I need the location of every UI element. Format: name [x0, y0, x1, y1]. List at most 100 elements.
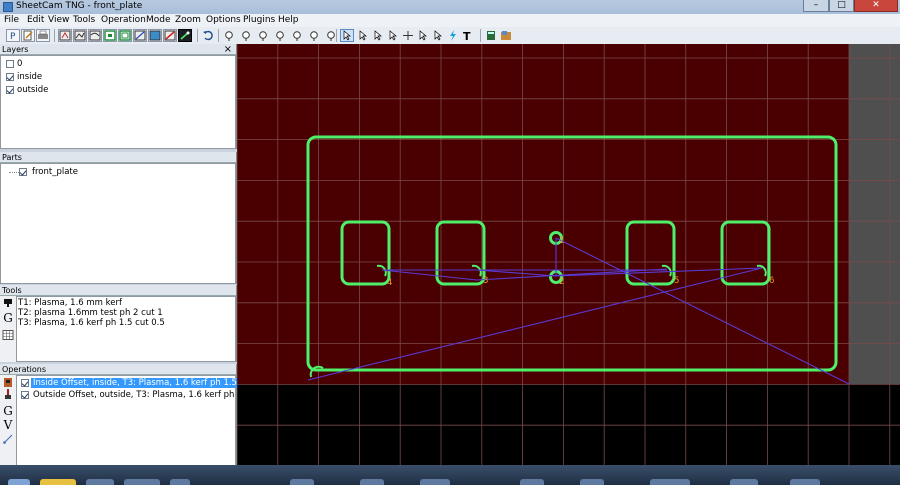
- torch-icon[interactable]: [2, 298, 14, 312]
- minimize-button[interactable]: –: [803, 0, 829, 12]
- menu-plugins[interactable]: Plugins: [243, 15, 275, 25]
- path-label: 1: [559, 236, 564, 246]
- taskbar-app-button[interactable]: [790, 479, 820, 485]
- move-part-icon[interactable]: [371, 29, 385, 42]
- text-tool-label: T: [463, 30, 471, 41]
- show-direction-icon[interactable]: [133, 29, 147, 42]
- zoom-previous-icon[interactable]: [307, 29, 321, 42]
- g-code-icon[interactable]: G: [2, 312, 14, 324]
- parts-header: Parts: [0, 152, 236, 163]
- print-icon[interactable]: [36, 29, 50, 42]
- zoom-in-icon[interactable]: [222, 29, 236, 42]
- menu-tools[interactable]: Tools: [73, 15, 95, 25]
- window-title: SheetCam TNG - front_plate: [16, 1, 143, 11]
- drill-icon[interactable]: [2, 433, 14, 449]
- menu-bar: File Edit View Tools Operation Mode Zoom…: [0, 14, 900, 27]
- menu-help[interactable]: Help: [278, 15, 299, 25]
- zoom-out-icon[interactable]: [239, 29, 253, 42]
- title-bar: SheetCam TNG - front_plate – □ ✕: [0, 0, 900, 14]
- menu-options[interactable]: Options: [206, 15, 241, 25]
- post-process-button[interactable]: P: [6, 29, 20, 42]
- show-kerf-icon[interactable]: [118, 29, 132, 42]
- menu-zoom[interactable]: Zoom: [175, 15, 201, 25]
- taskbar-app-button[interactable]: [730, 479, 758, 485]
- g-code-icon[interactable]: G: [2, 405, 14, 417]
- menu-edit[interactable]: Edit: [27, 15, 44, 25]
- operations-list: Inside Offset, inside, T3: Plasma, 1.6 k…: [16, 375, 283, 467]
- measure-icon[interactable]: [431, 29, 445, 42]
- path-label: 5: [674, 276, 679, 286]
- tools-side-toolbar: G: [0, 296, 16, 362]
- operation-inside-label[interactable]: Inside Offset, inside, T3: Plasma, 1.6 k…: [31, 378, 272, 388]
- layer-outside-label[interactable]: outside: [17, 85, 48, 95]
- select-arrow-icon[interactable]: [340, 29, 354, 42]
- layer-inside-checkbox[interactable]: [6, 73, 14, 81]
- part-front-plate-checkbox[interactable]: [19, 168, 27, 176]
- layer-0-checkbox[interactable]: [6, 60, 14, 68]
- maximize-button[interactable]: □: [829, 0, 854, 12]
- layer-outside-checkbox[interactable]: [6, 86, 14, 94]
- tools-list: T1: Plasma, 1.6 mm kerf T2: plasma 1.6mm…: [16, 296, 236, 362]
- start-point-icon[interactable]: [356, 29, 370, 42]
- show-rapids-icon[interactable]: [73, 29, 87, 42]
- path-label: 2: [559, 277, 564, 287]
- taskbar-app-button[interactable]: [40, 479, 76, 485]
- layer-inside-label[interactable]: inside: [17, 72, 42, 82]
- v-carve-icon[interactable]: V: [2, 419, 14, 431]
- parts-panel: Parts front_plate: [0, 152, 237, 284]
- taskbar-app-button[interactable]: [520, 479, 544, 485]
- tools-panel: Tools G T1: Plasma, 1.6 mm kerf T2: plas…: [0, 285, 237, 362]
- layers-close-icon[interactable]: ×: [224, 44, 232, 55]
- part-front-plate-label[interactable]: front_plate: [32, 167, 78, 177]
- taskbar-app-button[interactable]: [290, 479, 314, 485]
- parts-list: front_plate: [0, 163, 236, 284]
- app-icon: [3, 2, 13, 12]
- operation-inside-checkbox[interactable]: [21, 379, 29, 387]
- undo-icon[interactable]: [201, 29, 215, 42]
- text-tool-button[interactable]: T: [461, 29, 477, 42]
- lightning-icon[interactable]: [446, 29, 460, 42]
- taskbar-app-button[interactable]: [580, 479, 604, 485]
- move-origin-icon[interactable]: [401, 29, 415, 42]
- show-paths-icon[interactable]: [58, 29, 72, 42]
- taskbar-app-button[interactable]: [170, 479, 190, 485]
- taskbar-app-button[interactable]: [124, 479, 160, 485]
- layer-0-label[interactable]: 0: [17, 59, 22, 69]
- calculator-icon[interactable]: [484, 29, 498, 42]
- zoom-part-icon[interactable]: [273, 29, 287, 42]
- nest-parts-icon[interactable]: [499, 29, 513, 42]
- tool-item[interactable]: T2: plasma 1.6mm test ph 2 cut 1: [18, 308, 163, 318]
- zoom-window-icon[interactable]: [290, 29, 304, 42]
- grid-icon[interactable]: [2, 330, 14, 344]
- taskbar-app-button[interactable]: [420, 479, 450, 485]
- toolbar: P T: [0, 27, 900, 45]
- taskbar-app-button[interactable]: [360, 479, 384, 485]
- tab-tool-icon[interactable]: [416, 29, 430, 42]
- tool-item[interactable]: T1: Plasma, 1.6 mm kerf: [18, 298, 122, 308]
- taskbar-app-button[interactable]: [650, 479, 690, 485]
- show-simulation-icon[interactable]: [163, 29, 177, 42]
- zoom-fit-icon[interactable]: [256, 29, 270, 42]
- menu-view[interactable]: View: [48, 15, 69, 25]
- torch-icon[interactable]: [2, 389, 14, 405]
- start-button[interactable]: [8, 479, 30, 485]
- taskbar-app-button[interactable]: [86, 479, 114, 485]
- operations-panel: Operations G V Inside Offset, inside, T3…: [0, 364, 283, 467]
- menu-file[interactable]: File: [4, 15, 19, 25]
- canvas-margin: [849, 44, 900, 384]
- show-pierce-icon[interactable]: [178, 29, 192, 42]
- operations-header: Operations: [0, 364, 236, 375]
- menu-mode[interactable]: Mode: [146, 15, 171, 25]
- edit-code-icon[interactable]: [21, 29, 35, 42]
- drawing-canvas[interactable]: 4 3 1 2 5 6: [236, 44, 900, 465]
- operation-outside-checkbox[interactable]: [21, 391, 29, 399]
- tools-header: Tools: [0, 285, 236, 296]
- rotate-part-icon[interactable]: [386, 29, 400, 42]
- taskbar: [0, 465, 900, 485]
- show-cut-icon[interactable]: [103, 29, 117, 42]
- menu-operation[interactable]: Operation: [101, 15, 146, 25]
- show-shading-icon[interactable]: [148, 29, 162, 42]
- show-toolpath-icon[interactable]: [88, 29, 102, 42]
- close-button[interactable]: ✕: [854, 0, 898, 12]
- tool-item[interactable]: T3: Plasma, 1.6 kerf ph 1.5 cut 0.5: [18, 318, 165, 328]
